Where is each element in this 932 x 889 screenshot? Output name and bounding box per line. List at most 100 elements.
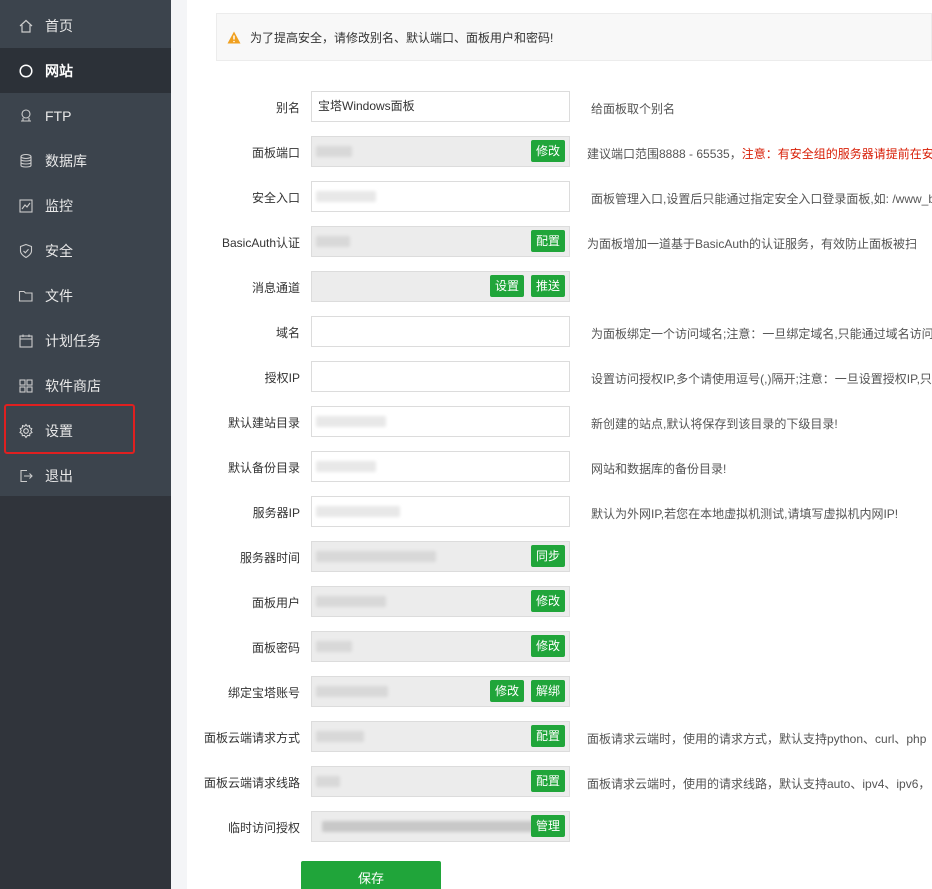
sidebar-item-label: 数据库 (45, 152, 87, 169)
port-hint-warning: 注意：有安全组的服务器请提前在安 (741, 147, 932, 161)
sidebar-item-cron[interactable]: 计划任务 (0, 318, 171, 363)
entrance-input[interactable] (311, 181, 570, 212)
auth-ip-label: 授权IP (264, 371, 300, 385)
sidebar-item-label: 软件商店 (45, 377, 101, 394)
warning-icon (227, 31, 241, 43)
alias-input[interactable]: 宝塔Windows面板 (311, 91, 570, 122)
port-hint: 建议端口范围8888 - 65535，注意：有安全组的服务器请提前在安 (587, 145, 932, 162)
monitor-icon (18, 198, 34, 214)
sidebar-item-logout[interactable]: 退出 (0, 453, 171, 498)
domain-input[interactable] (311, 316, 570, 347)
entrance-hint: 面板管理入口,设置后只能通过指定安全入口登录面板,如: /www_b (591, 192, 932, 206)
site-dir-input[interactable] (311, 406, 570, 437)
cloud-line-hint: 面板请求云端时，使用的请求线路，默认支持auto、ipv4、ipv6， (587, 777, 931, 791)
sidebar-item-store[interactable]: 软件商店 (0, 363, 171, 408)
sidebar-item-settings[interactable]: 设置 (0, 408, 171, 453)
cloud-line-config-button[interactable]: 配置 (531, 770, 566, 792)
entrance-label: 安全入口 (251, 191, 300, 205)
form-row-cloud-method: 面板云端请求方式 配置 面板请求云端时，使用的请求方式，默认支持python、c… (187, 721, 932, 753)
sidebar-item-files[interactable]: 文件 (0, 273, 171, 318)
panel-password-label: 面板密码 (251, 641, 300, 655)
sidebar-item-label: 监控 (45, 197, 73, 214)
form-row-server-time: 服务器时间 同步 (187, 541, 932, 573)
auth-ip-input[interactable] (311, 361, 570, 392)
site-dir-label: 默认建站目录 (227, 416, 300, 430)
port-label: 面板端口 (251, 146, 300, 160)
form-row-entrance: 安全入口 面板管理入口,设置后只能通过指定安全入口登录面板,如: /www_b (187, 181, 932, 213)
redacted-port (316, 146, 352, 157)
redacted-cloud-method (316, 731, 364, 742)
apps-icon (18, 378, 34, 394)
server-ip-input[interactable] (311, 496, 570, 527)
cloud-line-label: 面板云端请求线路 (203, 776, 300, 790)
bt-account-modify-button[interactable]: 修改 (490, 680, 525, 702)
basicauth-hint: 为面板增加一道基于BasicAuth的认证服务，有效防止面板被扫 (587, 237, 918, 251)
server-ip-label: 服务器IP (252, 506, 300, 520)
form-row-message: 消息通道 设置 推送 (187, 271, 932, 303)
home-icon (18, 18, 34, 34)
sidebar-item-website[interactable]: 网站 (0, 48, 171, 93)
backup-dir-hint: 网站和数据库的备份目录! (591, 462, 727, 476)
message-push-button[interactable]: 推送 (531, 275, 566, 297)
globe-icon (18, 63, 34, 79)
redacted-bt-account (316, 686, 388, 697)
form-row-site-dir: 默认建站目录 新创建的站点,默认将保存到该目录的下级目录! (187, 406, 932, 438)
sidebar-item-label: 设置 (45, 422, 73, 439)
form-row-temp-auth: 临时访问授权 管理 (187, 811, 932, 843)
alias-label: 别名 (275, 101, 300, 115)
form-row-auth-ip: 授权IP 设置访问授权IP,多个请使用逗号(,)隔开;注意：一旦设置授权IP,只 (187, 361, 932, 393)
sidebar-item-label: 安全 (45, 242, 73, 259)
bt-account-label: 绑定宝塔账号 (227, 686, 300, 700)
calendar-icon (18, 333, 34, 349)
domain-label: 域名 (275, 326, 300, 340)
gear-icon (18, 423, 34, 439)
redacted-backup-dir (316, 461, 376, 472)
message-label: 消息通道 (251, 281, 300, 295)
backup-dir-input[interactable] (311, 451, 570, 482)
security-alert: 为了提高安全，请修改别名、默认端口、面板用户和密码! (216, 13, 932, 61)
redacted-entrance (316, 191, 376, 202)
sidebar-item-label: 首页 (45, 17, 73, 34)
redacted-panel-user (316, 596, 386, 607)
server-time-label: 服务器时间 (239, 551, 300, 565)
server-time-sync-button[interactable]: 同步 (531, 545, 566, 567)
sidebar-item-label: 退出 (45, 467, 73, 484)
cloud-method-label: 面板云端请求方式 (203, 731, 300, 745)
ftp-icon (18, 108, 34, 124)
form-row-panel-password: 面板密码 修改 (187, 631, 932, 663)
cloud-method-config-button[interactable]: 配置 (531, 725, 566, 747)
port-modify-button[interactable]: 修改 (531, 140, 566, 162)
port-hint-text: 建议端口范围8888 - 65535， (587, 147, 742, 161)
form-row-backup-dir: 默认备份目录 网站和数据库的备份目录! (187, 451, 932, 483)
backup-dir-label: 默认备份目录 (227, 461, 300, 475)
auth-ip-hint: 设置访问授权IP,多个请使用逗号(,)隔开;注意：一旦设置授权IP,只 (591, 372, 932, 386)
panel-user-modify-button[interactable]: 修改 (531, 590, 566, 612)
form-row-port: 面板端口 修改 建议端口范围8888 - 65535，注意：有安全组的服务器请提… (187, 136, 932, 168)
settings-panel (187, 0, 932, 889)
redacted-cloud-line (316, 776, 340, 787)
save-button[interactable]: 保存 (301, 861, 441, 889)
database-icon (18, 153, 34, 169)
sidebar-item-label: FTP (45, 107, 72, 124)
panel-user-label: 面板用户 (251, 596, 300, 610)
form-row-alias: 别名 宝塔Windows面板 给面板取个别名 (187, 91, 932, 123)
redacted-server-time (316, 551, 436, 562)
temp-auth-manage-button[interactable]: 管理 (531, 815, 566, 837)
sidebar-item-database[interactable]: 数据库 (0, 138, 171, 183)
sidebar-item-label: 计划任务 (45, 332, 101, 349)
panel-password-modify-button[interactable]: 修改 (531, 635, 566, 657)
form-row-domain: 域名 为面板绑定一个访问域名;注意：一旦绑定域名,只能通过域名访问 (187, 316, 932, 348)
sidebar-item-monitor[interactable]: 监控 (0, 183, 171, 228)
sidebar-item-security[interactable]: 安全 (0, 228, 171, 273)
form-row-server-ip: 服务器IP 默认为外网IP,若您在本地虚拟机测试,请填写虚拟机内网IP! (187, 496, 932, 528)
cloud-method-hint: 面板请求云端时，使用的请求方式，默认支持python、curl、php (587, 732, 927, 746)
basicauth-config-button[interactable]: 配置 (531, 230, 566, 252)
alias-hint: 给面板取个别名 (591, 102, 676, 116)
site-dir-hint: 新创建的站点,默认将保存到该目录的下级目录! (591, 417, 838, 431)
message-settings-button[interactable]: 设置 (490, 275, 525, 297)
sidebar-item-ftp[interactable]: FTP (0, 93, 171, 138)
bt-account-unbind-button[interactable]: 解绑 (531, 680, 566, 702)
sidebar-item-home[interactable]: 首页 (0, 3, 171, 48)
redacted-site-dir (316, 416, 386, 427)
basicauth-label: BasicAuth认证 (221, 236, 300, 250)
